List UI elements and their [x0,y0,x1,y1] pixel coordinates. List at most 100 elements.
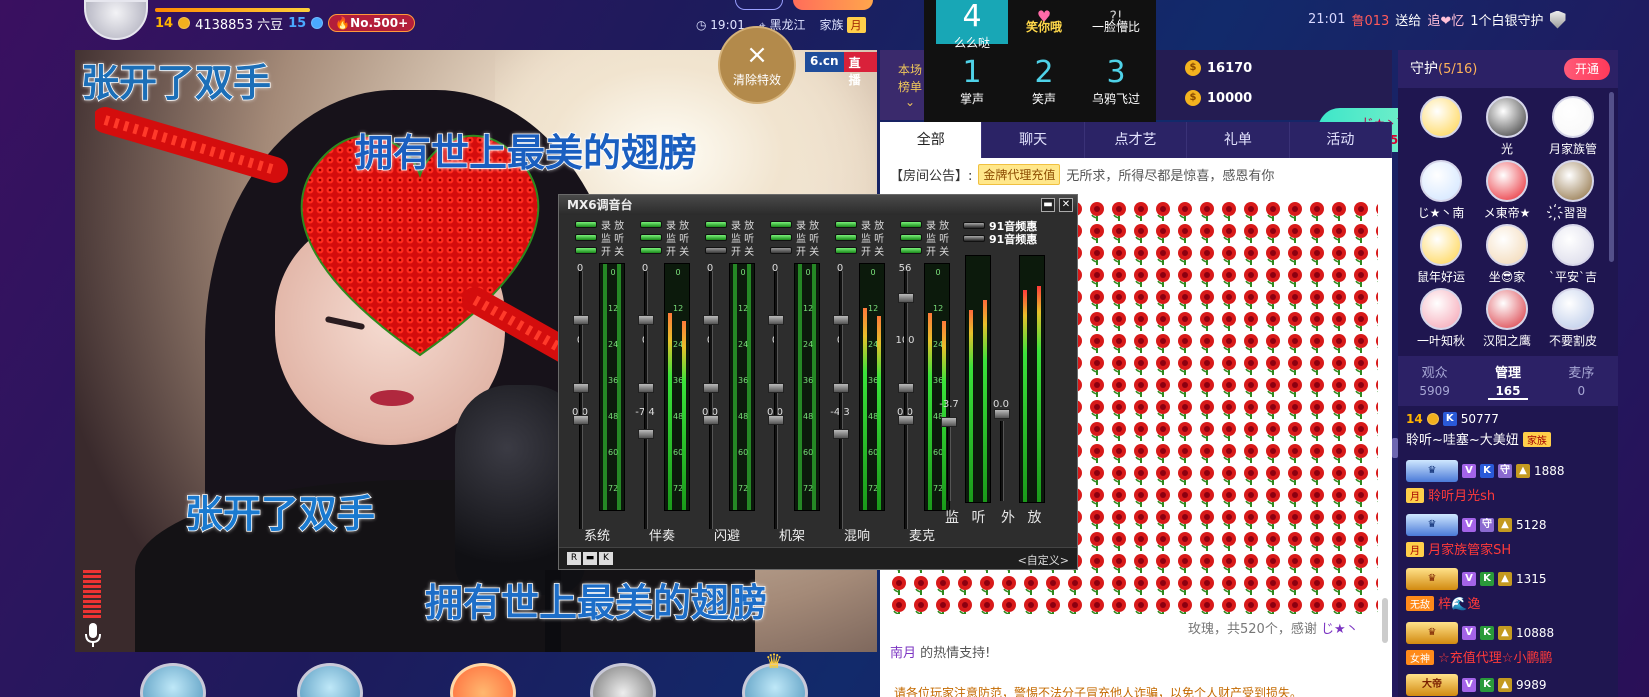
guard-item[interactable]: 一叶知秋 [1408,288,1474,349]
queue-avatar[interactable] [297,663,363,697]
agent-recharge-button[interactable]: 金牌代理充值 [978,164,1061,185]
manager-row[interactable]: 大帝 V K ▲ 9989 [1406,674,1606,696]
guard-item[interactable]: 不要割皮 [1540,288,1606,349]
tab-request-song[interactable]: 点才艺 [1085,122,1188,158]
manager-row[interactable]: 14 K 50777 聆听~哇塞~大美妞 家族 [1406,412,1606,448]
tab-audience[interactable]: 观众 5909 [1398,356,1471,406]
sfx-item[interactable]: ?! 一脸懵比 [1080,0,1152,44]
fader-knob[interactable] [573,415,589,425]
master-right-fader[interactable] [1000,421,1004,501]
fader-knob[interactable] [638,383,654,393]
queue-avatar-highlight[interactable] [450,663,516,697]
guard-item[interactable] [1408,96,1474,140]
channel-fader[interactable] [904,271,908,529]
tab-label: 管理 [1494,366,1521,381]
sfx-item[interactable]: 2 笑声 [1008,56,1080,107]
guard-item[interactable]: 月家族管 [1540,96,1606,157]
top-pill-button[interactable] [735,0,783,10]
sidebar-collapse-handle[interactable] [1392,438,1398,458]
fader-knob[interactable] [573,315,589,325]
manager-name: 梓🌊逸 [1438,597,1481,612]
tab-managers[interactable]: 管理 165 [1471,356,1544,406]
sfx-item[interactable]: 1 掌声 [936,56,1008,107]
clan-info[interactable]: 家族月 [819,16,866,33]
fader-knob[interactable] [573,383,589,393]
channel-fader[interactable] [709,271,713,529]
fader-knob[interactable] [898,293,914,303]
manager-row[interactable]: ♛ V K ▲ 1315 无敌 梓🌊逸 [1406,568,1606,612]
tab-gift-list[interactable]: 礼单 [1187,122,1290,158]
guard-item[interactable]: じ★丶南 [1408,160,1474,221]
gift-thanks-user[interactable]: じ★丶 [1321,622,1359,637]
fader-knob[interactable] [638,429,654,439]
tab-events[interactable]: 活动 [1290,122,1393,158]
channel-switch[interactable]: 开 关 [705,243,754,258]
tab-mic-queue[interactable]: 麦序 0 [1545,356,1618,406]
record-button[interactable]: R [567,552,581,565]
master-left-knob[interactable] [941,417,957,427]
fader-knob[interactable] [703,415,719,425]
manager-row[interactable]: ♛ V 守 ▲ 5128 月 月家族管家SH [1406,514,1606,558]
notice-sender[interactable]: 鲁013 [1351,10,1389,29]
notice-target[interactable]: 追❤忆 [1427,10,1464,29]
queue-avatar[interactable] [140,663,206,697]
channel-switch[interactable]: 开 关 [575,243,624,258]
fader-knob[interactable] [833,383,849,393]
fader-knob[interactable] [833,315,849,325]
mixer-window[interactable]: MX6调音台 ▬ ✕ 录 放监 听开 关000.00122436486072系统… [558,194,1078,570]
tab-all[interactable]: 全部 [880,122,983,158]
karaoke-button[interactable]: K [599,552,613,565]
custom-preset-button[interactable]: <自定义> [1018,552,1069,568]
coin-icon: $ [1185,60,1201,76]
manager-row[interactable]: ♛ V K ▲ 10888 女神 ☆充值代理☆小鹏鹏 [1406,622,1606,666]
queue-avatar[interactable] [590,663,656,697]
guard-item[interactable]: 坐😎家 [1474,224,1540,285]
mixer-title-bar[interactable]: MX6调音台 [559,195,1077,215]
channel-fader[interactable] [839,271,843,529]
master-left-fader[interactable] [947,421,951,501]
master-right-knob[interactable] [994,409,1010,419]
clear-effects-button[interactable]: × 清除特效 [718,26,796,104]
mixer-menu-button[interactable]: ▬ [583,552,597,565]
guard-item[interactable]: メ東帝★ [1474,160,1540,221]
close-button[interactable]: ✕ [1059,198,1073,212]
guard-item[interactable]: 汉阳之鹰 [1474,288,1540,349]
rank-badge[interactable]: 🔥No.500+ [328,14,416,32]
fader-knob[interactable] [833,429,849,439]
meter-scale-label: 12 [868,304,879,313]
fader-knob[interactable] [768,315,784,325]
channel-fader[interactable] [644,271,648,529]
sfx-item[interactable]: 3 乌鸦飞过 [1080,56,1152,107]
channel-fader[interactable] [579,271,583,529]
gift-thanks-user[interactable]: 南月 [890,646,916,661]
guard-item[interactable]: `平安`吉 [1540,224,1606,285]
chat-scrollbar[interactable] [1382,598,1388,643]
manager-row[interactable]: ♛ V K 守 ▲ 1888 月 聆听月光sh [1406,460,1606,504]
tab-chat[interactable]: 聊天 [982,122,1085,158]
microphone-icon[interactable] [83,622,103,648]
switch-led [640,234,662,241]
top-follow-button[interactable] [793,0,873,10]
sfx-item[interactable]: ♥ 笑你哦 [1008,0,1080,44]
guard-item[interactable]: 光 [1474,96,1540,157]
fader-knob[interactable] [638,315,654,325]
fader-knob[interactable] [703,315,719,325]
fader-knob[interactable] [703,383,719,393]
channel-fader[interactable] [774,271,778,529]
channel-switch[interactable]: 开 关 [640,243,689,258]
switch-led [705,247,727,254]
sfx-item[interactable]: 4 么么哒 [936,0,1008,50]
fader-knob[interactable] [898,415,914,425]
preset-item[interactable]: 91音频惠 [963,232,1037,246]
channel-switch[interactable]: 开 关 [770,243,819,258]
fader-knob[interactable] [768,383,784,393]
minimize-button[interactable]: ▬ [1041,198,1055,212]
guard-item[interactable]: 鼠年好运 [1408,224,1474,285]
fader-knob[interactable] [768,415,784,425]
channel-switch[interactable]: 开 关 [835,243,884,258]
guard-item[interactable]: ҉習習 [1540,160,1606,221]
fader-knob[interactable] [898,383,914,393]
open-guard-button[interactable]: 开通 [1564,58,1610,80]
channel-switch[interactable]: 开 关 [900,243,949,258]
guard-scrollbar[interactable] [1609,92,1614,262]
